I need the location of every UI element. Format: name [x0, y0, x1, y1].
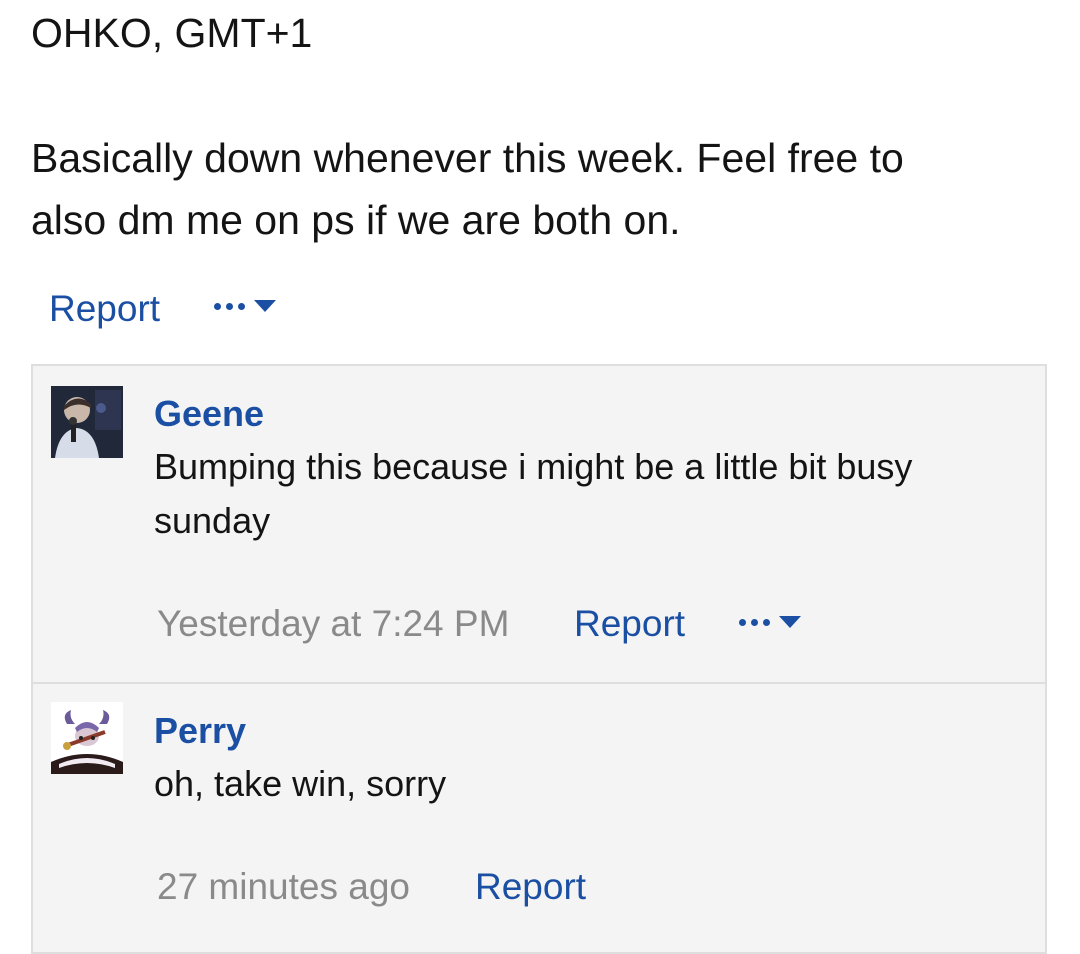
reply-timestamp[interactable]: Yesterday at 7:24 PM: [157, 602, 509, 646]
caret-down-icon: [779, 616, 801, 628]
reply-author[interactable]: Geene: [154, 393, 264, 435]
replies-panel: Geene Bumping this because i might be a …: [31, 364, 1047, 954]
reply-more-menu[interactable]: [739, 616, 801, 628]
reply-report-link[interactable]: Report: [574, 602, 685, 646]
reply-timestamp[interactable]: 27 minutes ago: [157, 865, 410, 909]
reply-text-line: sunday: [154, 500, 271, 541]
avatar-image: [51, 702, 123, 774]
avatar-image: [51, 386, 123, 458]
reply-text-line: oh, take win, sorry: [154, 763, 447, 804]
post-text-line: OHKO, GMT+1: [31, 10, 313, 56]
post-text-line: also dm me on ps if we are both on.: [31, 197, 681, 243]
post-text-line: Basically down whenever this week. Feel …: [31, 135, 904, 181]
post-report-link[interactable]: Report: [49, 287, 160, 331]
ellipsis-icon: [214, 302, 245, 310]
avatar[interactable]: [51, 702, 123, 774]
avatar[interactable]: [51, 386, 123, 458]
ellipsis-icon: [739, 618, 770, 626]
reply-divider: [33, 682, 1045, 684]
reply-author[interactable]: Perry: [154, 710, 246, 752]
post-more-menu[interactable]: [214, 300, 276, 312]
reply-report-link[interactable]: Report: [475, 865, 586, 909]
caret-down-icon: [254, 300, 276, 312]
reply-text-line: Bumping this because i might be a little…: [154, 446, 913, 487]
